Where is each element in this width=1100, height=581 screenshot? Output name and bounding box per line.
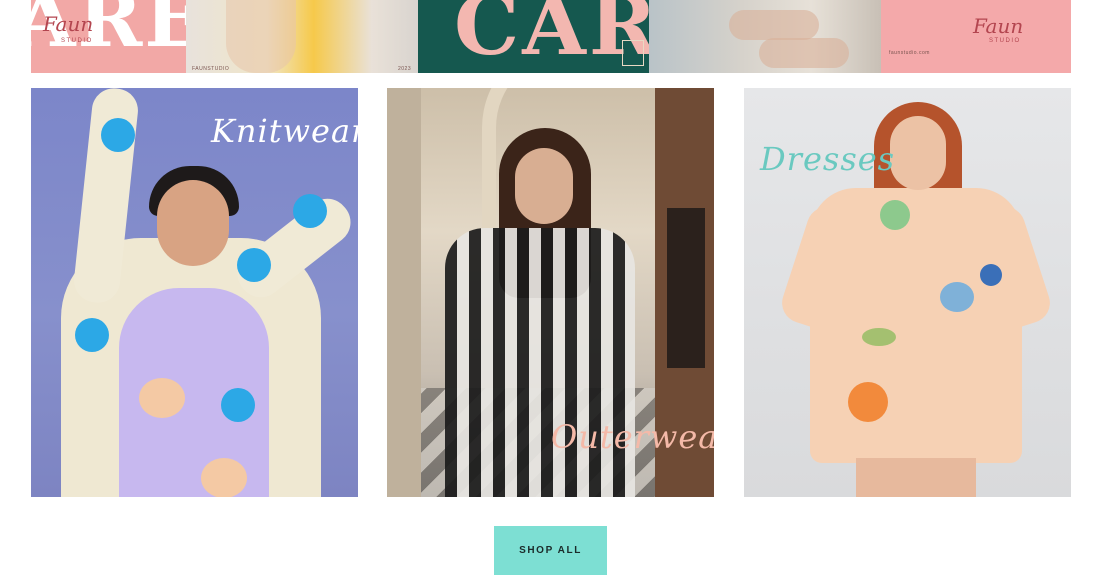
category-label: Outerwear xyxy=(551,418,714,456)
print-pattern xyxy=(848,382,888,422)
banner-photo-figure xyxy=(226,0,296,73)
flower-pattern xyxy=(237,248,271,282)
model-figure xyxy=(810,188,1022,463)
banner-panel-photo xyxy=(649,0,881,73)
background-door xyxy=(667,208,705,368)
faun-logo: Faun xyxy=(973,14,1024,38)
background-column xyxy=(387,88,421,497)
banner-caption-url: faunstudio.com xyxy=(889,50,930,56)
banner-caption-right: 2023 xyxy=(398,66,412,72)
flower-pattern xyxy=(139,378,185,418)
faun-logo: Faun xyxy=(43,12,94,36)
banner-photo-figure xyxy=(729,10,819,40)
print-pattern xyxy=(940,282,974,312)
shop-all-button[interactable]: SHOP ALL xyxy=(494,526,607,575)
model-figure xyxy=(157,180,229,266)
model-figure xyxy=(445,228,635,497)
print-pattern xyxy=(980,264,1002,286)
print-pattern xyxy=(862,328,896,346)
banner-caption-left: FAUNSTUDIO xyxy=(192,66,230,72)
flower-pattern xyxy=(101,118,135,152)
faun-logo-sub: STUDIO xyxy=(989,38,1021,44)
category-tile-knitwear[interactable]: Knitwear xyxy=(31,88,358,497)
flower-pattern xyxy=(221,388,255,422)
banner-panel-pink-logo-right: Faun STUDIO faunstudio.com xyxy=(881,0,1071,73)
flower-pattern xyxy=(201,458,247,497)
flower-pattern xyxy=(75,318,109,352)
print-pattern xyxy=(880,200,910,230)
category-tile-dresses[interactable]: Dresses xyxy=(744,88,1071,497)
top-banner: ARE Faun STUDIO FAUNSTUDIO 2023 CARE Fau… xyxy=(31,0,1071,73)
banner-care-text: CARE xyxy=(454,0,649,73)
banner-panel-pink-logo: ARE Faun STUDIO xyxy=(31,0,186,73)
flower-pattern xyxy=(293,194,327,228)
category-label: Knitwear xyxy=(211,112,358,150)
category-label: Dresses xyxy=(760,140,896,178)
model-figure xyxy=(856,458,976,497)
care-stamp-icon xyxy=(622,40,644,66)
banner-panel-care: CARE xyxy=(418,0,649,73)
category-tile-outerwear[interactable]: Outerwear xyxy=(387,88,714,497)
model-figure xyxy=(890,116,946,190)
faun-logo-sub: STUDIO xyxy=(61,38,93,44)
banner-panel-yellow: FAUNSTUDIO 2023 xyxy=(186,0,418,73)
model-figure xyxy=(515,148,573,224)
banner-photo-figure xyxy=(759,38,849,68)
